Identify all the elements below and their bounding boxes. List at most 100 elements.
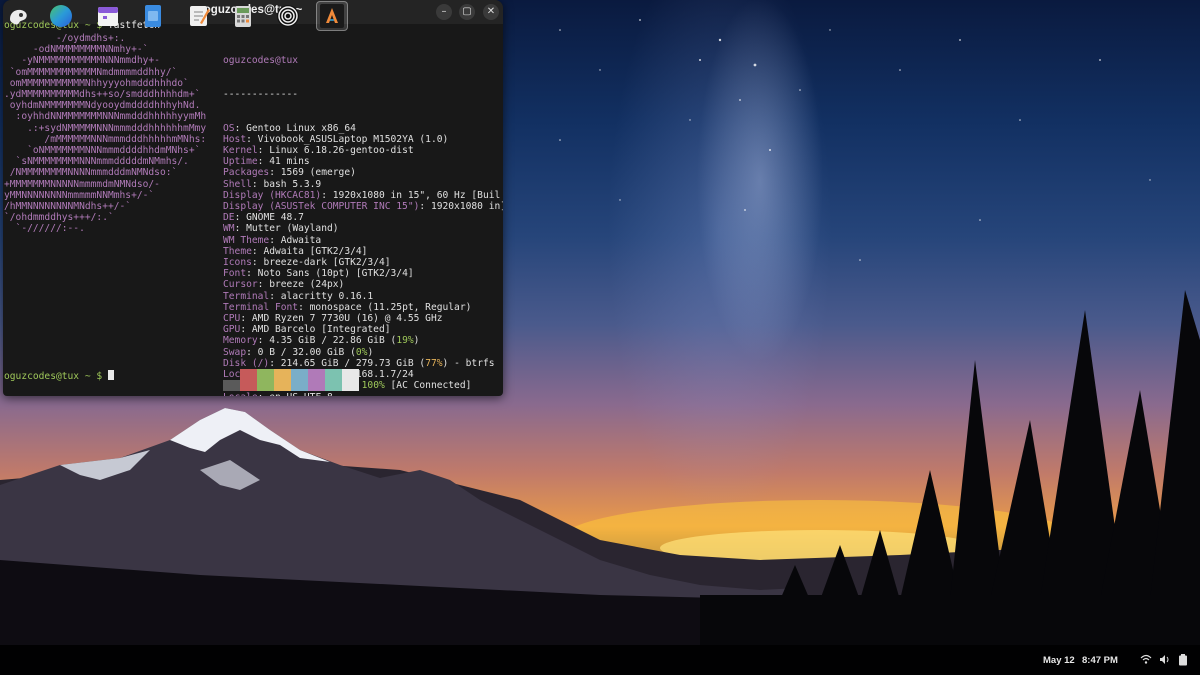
info-suffix: - btrfs [448,357,495,369]
text-editor-icon[interactable] [186,3,212,29]
info-colon: : [419,201,431,213]
gentoo-ascii-logo: -/oydmdhs+:. -odNMMMMMMMMNNmhy+-` -yNMMM… [4,33,206,235]
gnome-logo-icon[interactable] [6,3,32,29]
calendar-icon[interactable] [95,3,121,29]
info-row: Disk (/): 214.65 GiB / 279.73 GiB (77%) … [223,358,503,369]
palette-swatch [257,369,274,391]
logo-line: `omMMMMMMMMMMMMNmdmmmmddhhy/` [4,66,178,78]
info-percent: 19% [396,335,414,347]
info-key: OS [223,122,235,134]
info-row: Terminal: alacritty 0.16.1 [223,291,503,302]
info-key: WM [223,223,235,235]
info-key: Swap [223,346,247,358]
info-row: Uptime: 41 mins [223,156,503,167]
calculator-icon[interactable] [230,3,256,29]
maximize-button[interactable]: ▢ [459,4,475,20]
info-row: Host: Vivobook_ASUSLaptop M1502YA (1.0) [223,134,503,145]
system-info: oguzcodes@tux ------------- OS: Gentoo L… [223,33,503,396]
info-value: Adwaita [GTK2/3/4] [263,245,368,257]
paren: ( [344,346,356,358]
info-row: CPU: AMD Ryzen 7 7730U (16) @ 4.55 GHz [223,313,503,324]
taskbar [0,645,1200,675]
info-key: Uptime [223,156,258,168]
alacritty-icon[interactable] [316,1,348,31]
logo-line: `/ohdmmddhys+++/:.` [4,212,114,224]
info-colon: : [246,268,258,280]
info-key: Display (ASUSTek COMPUTER INC 15") [223,201,420,213]
battery-icon[interactable] [1178,654,1188,669]
info-colon: : [257,279,270,291]
info-colon: : [257,156,270,168]
palette-swatch [291,369,308,391]
info-key: Terminal [223,290,270,302]
logo-line: -odNMMMMMMMMNNmhy+-` [4,44,149,56]
info-value: alacritty 0.16.1 [280,290,374,302]
info-row: GPU: AMD Barcelo [Integrated] [223,324,503,335]
palette-swatch [325,369,342,391]
info-key: Host [223,133,247,145]
palette-swatch [308,369,325,391]
info-row: Locale: en_US.UTF-8 [223,392,503,397]
info-percent: 0% [355,346,368,358]
info-colon: : [321,189,333,201]
info-key: Disk (/) [223,357,270,369]
user-host: oguzcodes@tux [223,55,299,67]
info-value: Vivobook_ASUSLaptop M1502YA (1.0) [257,133,449,145]
info-colon: : [234,212,247,224]
logo-line: `sNMMMMMMMMNNNmmmdddddmNMmhs/. [4,156,189,168]
logo-line: /mMMMMMMNNNmmmdddhhhhhmMNhs: [4,133,207,145]
info-row: WM: Mutter (Wayland) [223,223,503,234]
clock-time[interactable]: 8:47 PM [1082,655,1118,666]
info-key: Kernel [223,145,258,157]
palette-swatch [223,380,240,391]
info-key: Packages [223,167,270,179]
info-colon: : [234,223,247,235]
minimize-button[interactable]: – [436,4,452,20]
info-key: Locale [223,392,258,397]
info-colon: : [269,290,281,302]
info-value: 1569 (emerge) [280,167,356,179]
wifi-icon[interactable] [1140,654,1152,668]
info-value: 214.65 GiB / 279.73 GiB [280,357,414,369]
logo-line: /NMMMMMMMMNNNNmmmdddmNMNdso:` [4,167,178,179]
info-value: Noto Sans (10pt) [GTK2/3/4] [257,268,414,280]
logo-line: -/oydmdhs+:. [4,33,126,44]
terminal-output[interactable]: oguzcodes@tux ~ $ fastfetch -/oydmdhs+:.… [3,20,503,396]
info-key: Display (HKCAC81) [223,189,322,201]
info-value: breeze (24px) [269,279,345,291]
close-button[interactable]: ✕ [483,4,499,20]
info-percent: 77% [425,357,443,369]
info-key: Terminal Font [223,301,299,313]
info-value: Gentoo Linux x86_64 [246,122,356,134]
info-colon: : [251,245,264,257]
logo-line: -yNMMMMMMMMMMMNNNmmdhy+- [4,55,160,67]
logo-line: /hMMNNNNNNNNMNdhs++/-` [4,201,132,213]
info-colon: : [240,324,252,336]
logo-line: .:+sydNMMMMMNNNmmmdddhhhhhhmMmy [4,122,207,134]
palette-swatch [274,369,291,391]
text-cursor [107,370,114,380]
info-row: Swap: 0 B / 32.00 GiB (0%) [223,347,503,358]
color-palette [223,369,359,391]
palette-swatch [240,369,257,391]
info-row: Kernel: Linux 6.18.26-gentoo-dist [223,145,503,156]
info-row: Display (ASUSTek COMPUTER INC 15"): 1920… [223,201,503,212]
info-value: Mutter (Wayland) [246,223,339,235]
info-key: Icons [223,257,252,269]
info-key: GPU [223,324,241,336]
info-colon: : [251,178,264,190]
info-key: CPU [223,313,241,325]
volume-icon[interactable] [1159,654,1171,668]
info-value: GNOME 48.7 [246,212,304,224]
browser-globe-icon[interactable] [48,3,74,29]
clock-date[interactable]: May 12 [1043,655,1075,666]
info-colon: : [269,167,281,179]
terminal-window[interactable]: oguzcodes@tux ~ – ▢ ✕ oguzcodes@tux ~ $ … [3,0,503,396]
files-icon[interactable] [140,3,166,29]
paren: ( [384,335,397,347]
info-key: Theme [223,245,252,257]
info-colon: : [269,234,281,246]
info-value: Linux 6.18.26-gentoo-dist [269,145,414,157]
active-prompt-line[interactable]: oguzcodes@tux ~ $ [4,370,114,382]
disk-usage-icon[interactable] [275,3,301,29]
